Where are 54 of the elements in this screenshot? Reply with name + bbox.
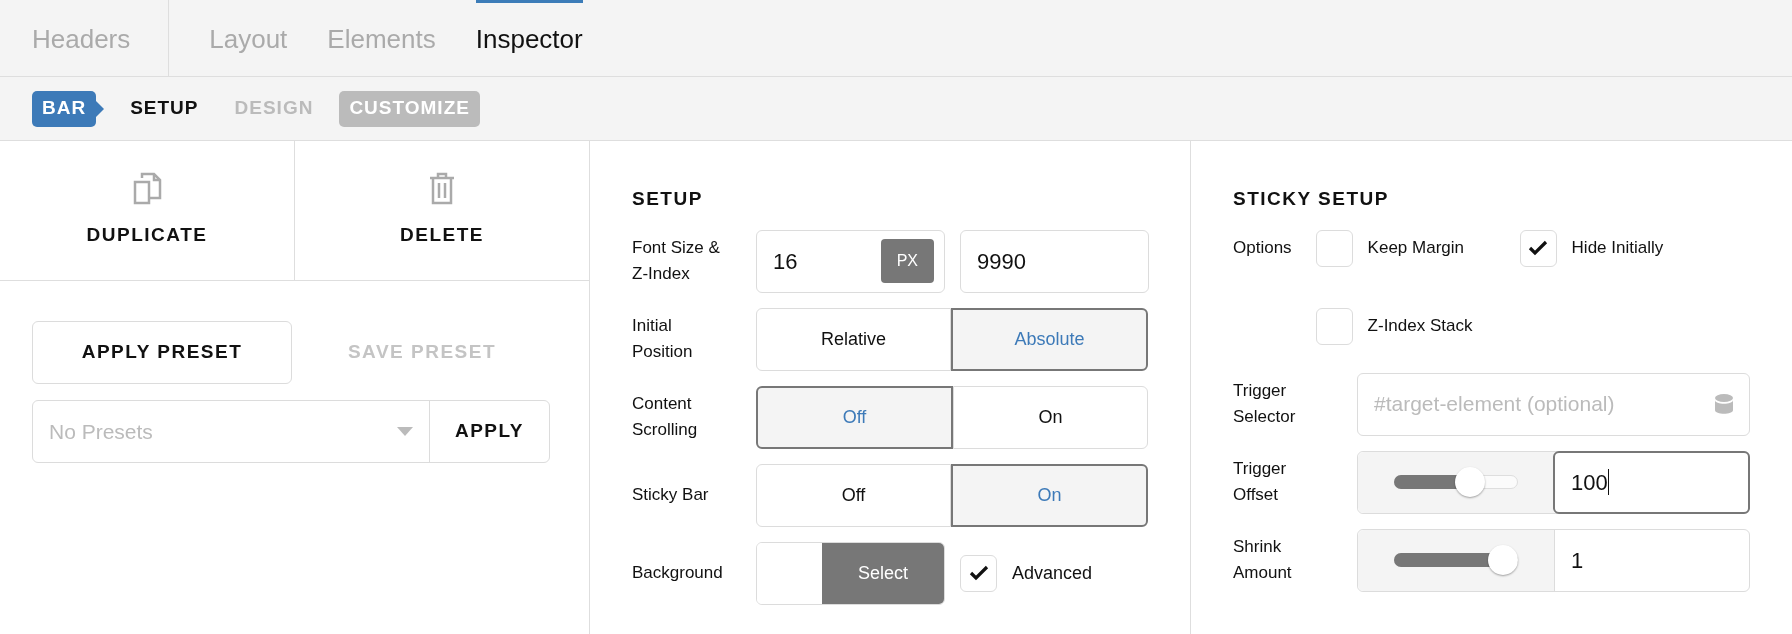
segment-option[interactable]: On <box>951 463 1148 527</box>
segment-option[interactable]: On <box>953 385 1148 449</box>
action-button[interactable]: DUPLICATE <box>0 141 295 280</box>
select-placeholder: No Presets <box>49 418 153 445</box>
field-label: Content Scrolling <box>632 393 699 441</box>
text-cursor <box>1607 469 1609 495</box>
font-size-field[interactable]: 16 PX <box>756 229 945 293</box>
database-icon <box>1715 394 1733 414</box>
section-heading: STICKY SETUP <box>1233 187 1390 211</box>
field-value: 16 <box>773 247 798 276</box>
selector-input[interactable]: #target-element (optional) <box>1374 388 1715 420</box>
checkbox-label: Keep Margin <box>1367 237 1464 260</box>
check-icon <box>1528 240 1549 256</box>
field-label: Sticky Bar <box>632 484 710 506</box>
slider-thumb[interactable] <box>1488 545 1518 575</box>
value-field[interactable]: 100 <box>1553 450 1750 514</box>
checkbox[interactable] <box>1519 229 1557 267</box>
slider-thumb[interactable] <box>1455 467 1486 497</box>
field-label: Background <box>632 562 724 584</box>
checkbox[interactable] <box>960 554 997 592</box>
section-heading: SETUP <box>632 187 704 211</box>
trash-icon <box>428 171 456 206</box>
select-button[interactable]: Select <box>822 542 944 604</box>
segment-option[interactable]: Off <box>756 463 951 527</box>
segment-option[interactable]: Absolute <box>951 307 1148 371</box>
checkbox-label: Z-Index Stack <box>1367 315 1473 338</box>
field-label: Trigger Offset <box>1233 458 1288 506</box>
field-label: Options <box>1233 237 1292 257</box>
field-value: 9990 <box>977 247 1026 276</box>
field-label: Font Size & Z-Index <box>632 237 721 285</box>
field-label: Trigger Selector <box>1233 380 1297 428</box>
z-index-field[interactable]: 9990 <box>960 229 1149 293</box>
field-value: 1 <box>1571 546 1584 575</box>
breadcrumb-step[interactable]: SETUP <box>120 90 209 127</box>
caret-icon <box>397 427 413 436</box>
segment-option[interactable]: Relative <box>756 307 951 371</box>
unit-badge[interactable]: PX <box>880 239 934 283</box>
checkbox-label: Advanced <box>1012 561 1093 585</box>
trigger-selector-field[interactable]: #target-element (optional) <box>1357 372 1750 436</box>
apply-preset-button[interactable]: APPLY PRESET <box>32 321 292 384</box>
check-icon <box>968 565 989 581</box>
field-label: Initial Position <box>632 315 694 363</box>
field-label: Shrink Amount <box>1233 536 1293 584</box>
slider-track[interactable] <box>1394 466 1518 498</box>
action-button[interactable]: DELETE <box>295 141 589 280</box>
checkbox-label: Hide Initially <box>1571 237 1664 260</box>
checkbox[interactable] <box>1315 229 1353 267</box>
checkbox[interactable] <box>1315 307 1353 345</box>
color-picker[interactable]: Select <box>756 541 945 605</box>
apply-button[interactable]: APPLY <box>430 401 549 462</box>
field-value: 100 <box>1571 468 1608 497</box>
copy-icon <box>132 171 162 206</box>
segment-option[interactable]: Off <box>756 385 953 449</box>
slider-track[interactable] <box>1394 544 1518 576</box>
